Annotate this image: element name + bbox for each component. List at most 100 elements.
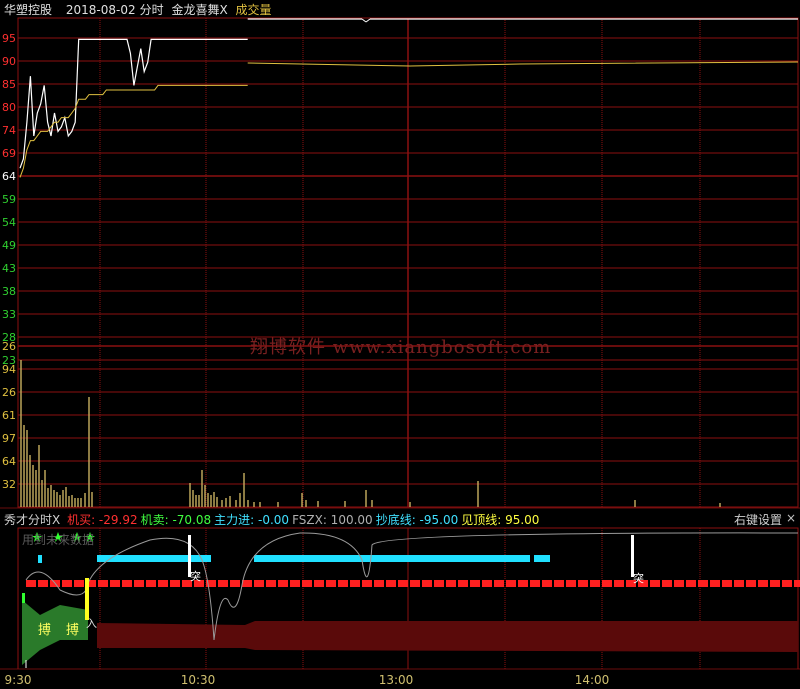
red-band-segment [746,580,756,587]
price-axis-label: 43 [2,262,16,275]
price-axis-label: 33 [2,308,16,321]
red-band-segment [614,580,624,587]
ru-signal-bar [85,578,89,620]
bo-marker: 搏 [66,622,79,638]
red-band-segment [146,580,156,587]
red-band-segment [38,580,48,587]
red-band-segment [98,580,108,587]
red-band-segment [230,580,240,587]
red-band-segment [782,580,792,587]
price-axis-label: 64 [2,170,16,183]
price-axis-label: 38 [2,285,16,298]
red-band-segment [506,580,516,587]
indicator-values: 机买: -29.92 机卖: -70.08 主力进: -0.00 FSZX: 100.… [67,513,542,527]
chart-date: 2018-08-02 [65,3,136,17]
tu-marker: 突 [190,569,201,583]
red-band-segment [566,580,576,587]
volume-axis-label: 26 [2,340,16,353]
red-band-segment [74,580,84,587]
indicator-value-0: 机买: -29.92 [67,513,138,527]
red-band-segment [578,580,588,587]
volume-axis-label: 97 [2,432,16,445]
red-band-segment [242,580,252,587]
volume-label[interactable]: 成交量 [236,3,272,17]
indicator-bar: 秀才分时X 机买: -29.92 机卖: -70.08 主力进: -0.00 FSZX… [4,511,545,527]
red-band-segment [686,580,696,587]
red-band-segment [170,580,180,587]
red-band-segment [266,580,276,587]
red-band-segment [362,580,372,587]
red-band-segment [290,580,300,587]
red-band-segment [518,580,528,587]
price-line-dip2 [365,18,371,23]
avg-price-line [19,84,248,178]
price-axis-label: 74 [2,124,16,137]
red-band-segment [662,580,672,587]
tu-marker: 突 [633,571,644,585]
close-indicator-icon[interactable]: × [786,511,796,525]
red-band-segment [278,580,288,587]
red-band-segment [770,580,780,587]
red-band-segment [434,580,444,587]
red-band-segment [734,580,744,587]
watermark: 翔博软件 www.xiangbosoft.com [250,337,552,358]
red-band-segment [674,580,684,587]
red-band-segment [650,580,660,587]
red-band-segment [494,580,504,587]
red-band-segment [398,580,408,587]
indicator-title[interactable]: 秀才分时X [4,513,60,527]
price-axis-label: 59 [2,193,16,206]
red-band-segment [554,580,564,587]
volume-axis-label: 94 [2,363,16,376]
red-band-segment [62,580,72,587]
red-band-segment [602,580,612,587]
red-band-segment [758,580,768,587]
volume-axis-label: 32 [2,478,16,491]
green-marker [22,593,25,603]
red-band-segment [590,580,600,587]
chart-kind: 分时 [139,3,164,17]
indicator-value-2: 主力进: -0.00 [214,513,290,527]
price-axis-label: 90 [2,55,16,68]
volume-axis-label: 64 [2,455,16,468]
avg-line-ext [247,61,799,67]
red-band-segment [470,580,480,587]
red-band-segment [698,580,708,587]
red-band-segment [326,580,336,587]
price-axis-label: 49 [2,239,16,252]
red-band-segment [218,580,228,587]
future-data-notice: 用到未来数据 [22,533,95,547]
price-axis-label: 54 [2,216,16,229]
red-band-segment [458,580,468,587]
price-axis-label: 85 [2,78,16,91]
red-band-segment [26,580,36,587]
indicator-value-3: FSZX: 100.00 [292,513,373,527]
time-axis-label: 10:30 [181,673,216,687]
red-band-segment [158,580,168,587]
red-band-segment [386,580,396,587]
red-band-segment [254,580,264,587]
indicator-value-4: 抄底线: -95.00 [375,513,459,527]
red-band-segment [314,580,324,587]
time-axis-label: 9:30 [5,673,32,687]
right-click-settings-button[interactable]: 右键设置 [734,511,782,528]
red-band-segment [338,580,348,587]
main-force-area [97,621,798,652]
chart-title-bar: 华塑控股 2018-08-02 分时 金龙喜舞X 成交量 [4,1,276,19]
red-band-segment [794,580,800,587]
red-band-segment [710,580,720,587]
price-axis-label: 95 [2,32,16,45]
volume-axis-label: 61 [2,409,16,422]
cyan-band [254,555,530,562]
red-band-segment [410,580,420,587]
red-band-segment [350,580,360,587]
red-band-segment [482,580,492,587]
price-line [19,38,248,169]
red-band-segment [110,580,120,587]
ru-marker: 入 [86,617,97,630]
red-band-segment [530,580,540,587]
price-axis-label: 69 [2,147,16,160]
indicator-name[interactable]: 金龙喜舞X [171,3,227,17]
intraday-chart-window: 95 90 85 80 74 69 64 59 54 49 43 38 33 28 23 26 94 26 61 97… [0,0,800,689]
red-band-segment [302,580,312,587]
